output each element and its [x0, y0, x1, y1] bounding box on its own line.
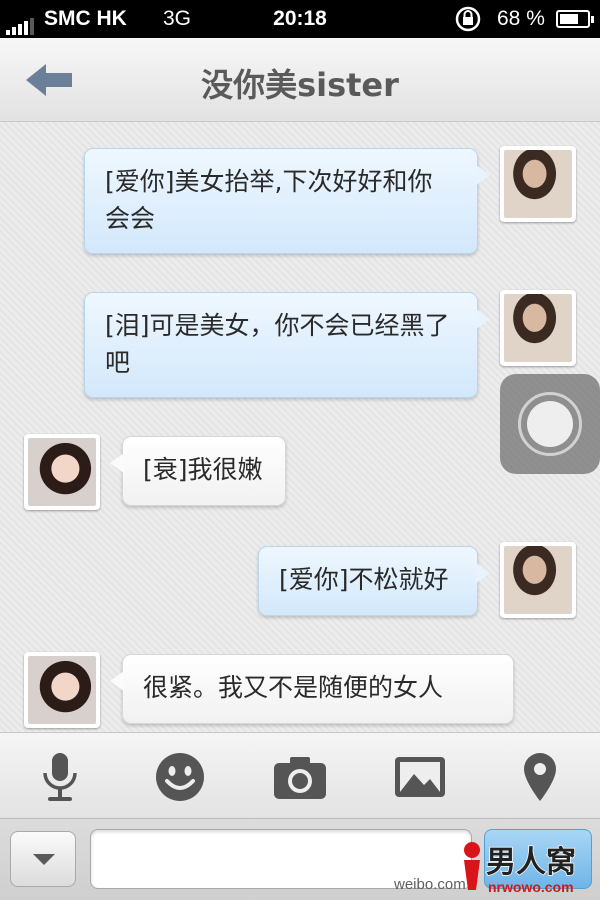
message-text: [爱你]不松就好: [279, 565, 449, 594]
message-text: 很紧。我又不是随便的女人: [143, 673, 444, 702]
avatar-me[interactable]: [500, 146, 576, 222]
message-text: [衰]我很嫩: [143, 455, 263, 484]
media-toolbar: [0, 732, 600, 818]
battery-percent: 68 %: [497, 7, 545, 30]
emoji-icon: [156, 753, 204, 801]
input-bar: [0, 818, 600, 900]
send-button[interactable]: [484, 829, 592, 889]
battery-icon: [556, 10, 594, 28]
message-bubble[interactable]: 很紧。我又不是随便的女人: [110, 654, 514, 724]
status-bar: SMC HK 3G 20:18 68 %: [0, 0, 600, 38]
photo-library-button[interactable]: [392, 749, 448, 805]
assistive-touch-button[interactable]: [500, 374, 600, 474]
avatar-contact[interactable]: [24, 434, 100, 510]
location-button[interactable]: [512, 749, 568, 805]
message-bubble[interactable]: [衰]我很嫩: [110, 436, 286, 506]
message-bubble[interactable]: [泪]可是美女，你不会已经黑了吧: [84, 292, 490, 398]
message-bubble[interactable]: [爱你]美女抬举,下次好好和你会会: [84, 148, 490, 254]
avatar-contact[interactable]: [24, 652, 100, 728]
navigation-bar: 没你美sister: [0, 38, 600, 122]
camera-icon: [274, 757, 326, 799]
message-input[interactable]: [90, 829, 472, 889]
expand-toolbar-button[interactable]: [10, 831, 76, 887]
rotation-lock-icon: [455, 6, 481, 32]
avatar-me[interactable]: [500, 290, 576, 366]
emoji-button[interactable]: [152, 749, 208, 805]
location-pin-icon: [524, 753, 556, 801]
message-text: [爱你]美女抬举,下次好好和你会会: [105, 167, 433, 233]
voice-button[interactable]: [32, 749, 88, 805]
avatar-me[interactable]: [500, 542, 576, 618]
message-text: [泪]可是美女，你不会已经黑了吧: [105, 311, 450, 377]
conversation-title: 没你美sister: [201, 66, 399, 104]
photo-library-icon: [395, 757, 445, 797]
message-bubble[interactable]: [爱你]不松就好: [258, 546, 490, 616]
chat-area[interactable]: [爱你]美女抬举,下次好好和你会会 [泪]可是美女，你不会已经黑了吧 [衰]我很…: [0, 122, 600, 732]
camera-button[interactable]: [272, 749, 328, 805]
microphone-icon: [43, 753, 77, 801]
